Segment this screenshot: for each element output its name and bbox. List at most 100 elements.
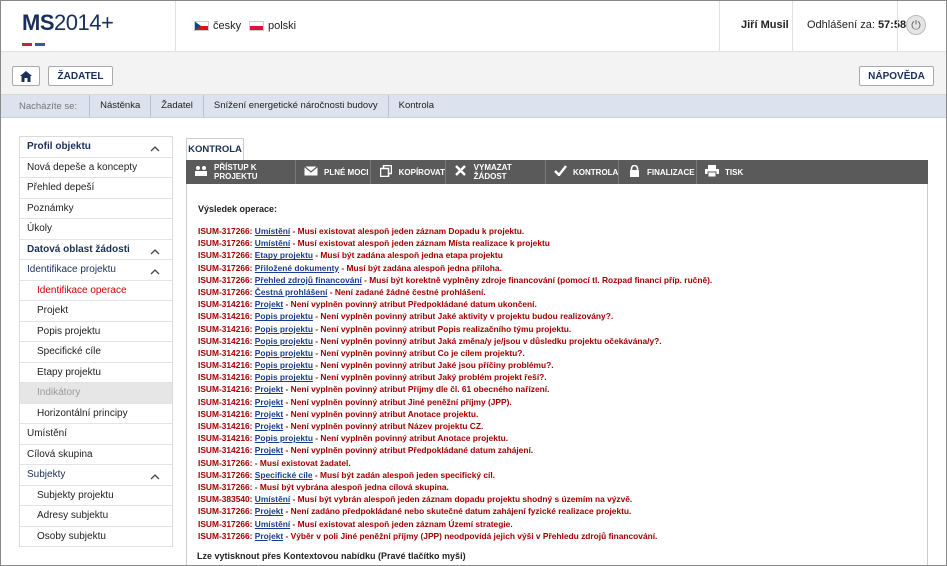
toolbar-button[interactable]: KOPÍROVAT [371,160,446,184]
error-section-link[interactable]: Specifické cíle [255,470,313,480]
error-section-link[interactable]: Popis projektu [255,348,313,358]
sidebar-item[interactable]: Adresy subjektu [20,506,172,527]
toolbar-button-label: TISK [725,167,744,177]
error-message: - Není vyplněn povinný atribut Popis rea… [312,323,572,334]
sidebar-item-label: Identifikace projektu [27,264,116,275]
error-row: ISUM-314216: Popis projektu - Není vypln… [198,310,712,322]
toolbar-button[interactable]: VYMAZAT ŽÁDOST [446,160,546,184]
breadcrumb-item[interactable]: Snížení energetické náročnosti budovy [202,95,388,117]
divider [175,1,176,51]
sidebar-item-label: Horizontální principy [37,407,128,419]
error-row: ISUM-317266: Přiložené dokumenty - Musí … [198,262,712,274]
error-section-link[interactable]: Projekt [255,397,283,407]
error-section-link[interactable]: Přehled zdrojů financování [255,275,362,285]
error-code: ISUM-317266: [198,481,253,492]
sidebar-item[interactable]: Poznámky [20,198,172,219]
error-section-link[interactable]: Projekt [255,299,283,309]
sidebar-item-label: Datová oblast žádosti [27,243,130,255]
error-row: ISUM-317266: Umístění - Musí existovat a… [198,225,712,237]
toolbar-button[interactable]: FINALIZACE [619,160,697,184]
error-section-link[interactable]: Popis projektu [255,311,313,321]
error-code: ISUM-317266: [198,286,253,297]
sidebar-item[interactable]: Cílová skupina [20,444,172,465]
toolbar-button[interactable]: PŘÍSTUP K PROJEKTU [186,160,296,184]
sidebar-item: Indikátory [20,383,172,404]
sidebar-item[interactable]: Subjekty projektu [20,485,172,506]
toolbar-button-label: PLNÉ MOCI [324,167,369,177]
chevron-up-icon[interactable] [150,142,160,152]
error-section-link[interactable]: Popis projektu [255,433,313,443]
error-section-link[interactable]: Projekt [255,409,283,419]
breadcrumb-item[interactable]: Nástěnka [89,95,150,117]
error-message: - Musí existovat alespoň jeden záznam Úz… [290,518,513,529]
error-code: ISUM-317266: [198,469,253,480]
error-section-link[interactable]: Umístění [255,519,290,529]
sidebar-item[interactable]: Úkoly [20,219,172,240]
error-code: ISUM-314216: [198,323,253,334]
error-section-link[interactable]: Projekt [255,421,283,431]
error-section-link[interactable]: Umístění [255,494,290,504]
sidebar-item-label: Subjekty projektu [37,489,114,501]
logo[interactable]: MS2014+ [22,10,114,36]
error-section-link[interactable]: Etapy projektu [255,250,313,260]
lang-polish[interactable]: polski [249,20,296,32]
error-row: ISUM-314216: Projekt - Není vyplněn povi… [198,420,712,432]
toolbar-button[interactable]: KONTROLA [546,160,619,184]
power-icon[interactable]: ⏻ [906,15,926,35]
error-message: - Musí být zadána alespoň jedna etapa pr… [312,250,503,261]
error-section-link[interactable]: Umístění [255,226,290,236]
breadcrumb-item[interactable]: Žadatel [150,95,203,117]
error-section-link[interactable]: Projekt [255,445,283,455]
help-button[interactable]: NÁPOVĚDA [859,66,934,86]
lang-czech[interactable]: česky [194,20,241,32]
result-title: Výsledek operace: [198,204,278,214]
error-section-link[interactable]: Čestná prohlášení [255,287,328,297]
tab-kontrola[interactable]: KONTROLA [186,138,244,160]
sidebar-item[interactable]: Přehled depeší [20,178,172,199]
toolbar-button[interactable]: PLNÉ MOCI [296,160,371,184]
error-section-link[interactable]: Přiložené dokumenty [255,263,339,273]
sidebar-item-label: Identifikace operace [37,284,127,296]
sidebar-item[interactable]: Profil objektu [20,137,172,158]
sidebar-item[interactable]: Subjekty [20,465,172,486]
chevron-up-icon[interactable] [150,265,160,275]
error-row: ISUM-314216: Popis projektu - Není vypln… [198,371,712,383]
lock-icon [627,164,641,180]
home-button[interactable] [12,66,40,86]
sidebar-item[interactable]: Specifické cíle [20,342,172,363]
chevron-up-icon[interactable] [150,470,160,480]
error-message: - Musí existovat žadatel. [254,457,351,468]
sidebar-item[interactable]: Projekt [20,301,172,322]
error-section-link[interactable]: Popis projektu [255,372,313,382]
error-section-link[interactable]: Umístění [255,238,290,248]
error-message: - Není vyplněn povinný atribut Příjmy dl… [283,384,550,395]
sidebar-item[interactable]: Horizontální principy [20,403,172,424]
sidebar-item[interactable]: Identifikace operace [20,280,172,301]
chevron-up-icon[interactable] [150,245,160,255]
sidebar-item[interactable]: Popis projektu [20,321,172,342]
error-message: - Není zadáno předpokládané nebo skutečn… [283,506,632,517]
error-section-link[interactable]: Popis projektu [255,336,313,346]
error-message: - Není vyplněn povinný atribut Jaká změn… [312,335,662,346]
logout-time: 57:58 [877,19,907,31]
sidebar-item[interactable]: Nová depeše a koncepty [20,157,172,178]
error-section-link[interactable]: Projekt [255,384,283,394]
error-code: ISUM-314216: [198,311,253,322]
user-name[interactable]: Jiří Musil [741,19,789,31]
toolbar-button-label: VYMAZAT ŽÁDOST [473,163,512,181]
sidebar-item[interactable]: Umístění [20,424,172,445]
error-section-link[interactable]: Projekt [255,506,283,516]
error-code: ISUM-317266: [198,274,253,285]
sidebar-item[interactable]: Osoby subjektu [20,526,172,547]
logo-year: 2014+ [54,10,114,35]
error-section-link[interactable]: Projekt [255,531,283,541]
sidebar-item[interactable]: Datová oblast žádosti [20,239,172,260]
error-section-link[interactable]: Popis projektu [255,324,313,334]
home-icon [20,70,32,82]
top-bar: MS2014+ česky polski Jiří Musil Odhlášen… [1,1,946,58]
error-section-link[interactable]: Popis projektu [255,360,313,370]
sidebar-item[interactable]: Etapy projektu [20,362,172,383]
sidebar-item[interactable]: Identifikace projektu [20,260,172,281]
applicant-button[interactable]: ŽADATEL [48,66,113,86]
toolbar-button[interactable]: TISK [697,160,928,184]
